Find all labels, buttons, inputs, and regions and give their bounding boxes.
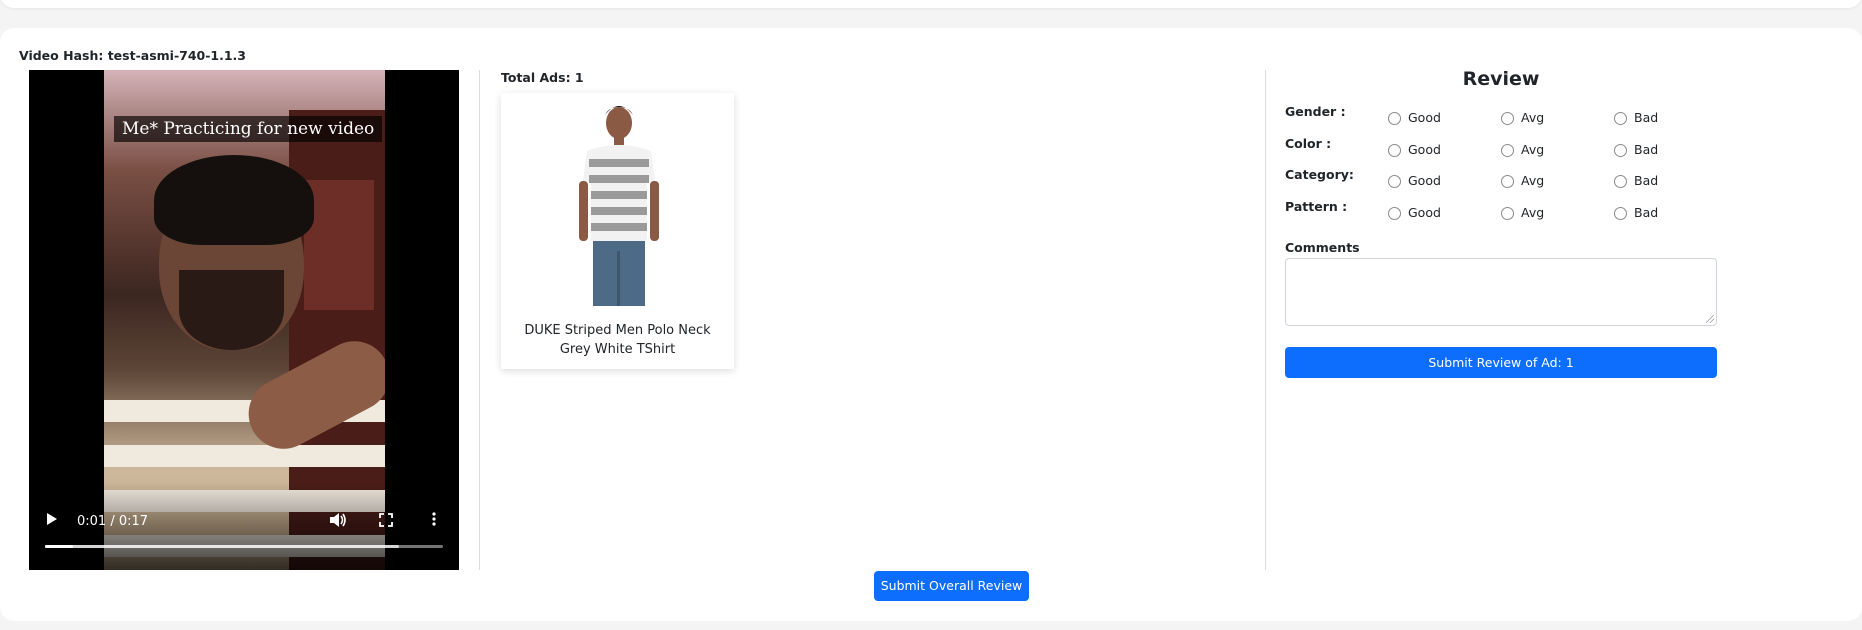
rating-option-label: Avg	[1521, 173, 1545, 188]
video-progress-bar[interactable]	[45, 545, 443, 548]
rating-option-label: Good	[1408, 205, 1441, 220]
video-progress-fill	[45, 545, 73, 548]
rating-radio-avg[interactable]	[1501, 144, 1514, 157]
review-title: Review	[1462, 68, 1540, 90]
column-divider	[479, 70, 480, 570]
review-row-label: Pattern :	[1285, 199, 1348, 214]
rating-option-label: Good	[1408, 110, 1441, 125]
product-image	[579, 106, 659, 306]
video-scene-person-beard	[179, 270, 284, 350]
submit-ad-review-button[interactable]: Submit Review of Ad: 1	[1285, 347, 1717, 378]
total-ads-count: Total Ads: 1	[501, 70, 584, 85]
rating-option-label: Avg	[1521, 142, 1545, 157]
rating-radio-bad[interactable]	[1614, 175, 1627, 188]
rating-option-label: Bad	[1634, 173, 1659, 188]
rating-option-label: Good	[1408, 173, 1441, 188]
video-overlay-caption: Me* Practicing for new video	[114, 116, 383, 142]
video-hash: Video Hash: test-asmi-740-1.1.3	[19, 48, 246, 63]
volume-icon[interactable]	[329, 512, 347, 532]
rating-radio-avg[interactable]	[1501, 112, 1514, 125]
submit-overall-review-button[interactable]: Submit Overall Review	[874, 571, 1029, 601]
rating-option-label: Avg	[1521, 205, 1545, 220]
top-card	[0, 0, 1862, 8]
video-buffer-bar	[45, 545, 399, 548]
column-divider	[1265, 70, 1266, 570]
video-scene-door-panel	[304, 180, 374, 310]
video-hash-value: test-asmi-740-1.1.3	[107, 48, 247, 63]
more-options-icon[interactable]	[432, 512, 436, 530]
review-row-label: Gender :	[1285, 104, 1346, 119]
rating-radio-avg[interactable]	[1501, 175, 1514, 188]
fullscreen-icon[interactable]	[379, 513, 393, 531]
rating-radio-bad[interactable]	[1614, 207, 1627, 220]
rating-radio-avg[interactable]	[1501, 207, 1514, 220]
video-controls: 0:01 / 0:17	[29, 482, 459, 570]
rating-radio-good[interactable]	[1388, 175, 1401, 188]
rating-option-label: Bad	[1634, 142, 1659, 157]
video-scene-stripe	[104, 445, 385, 467]
rating-option-label: Good	[1408, 142, 1441, 157]
ad-card[interactable]: DUKE Striped Men Polo Neck Grey White TS…	[501, 93, 734, 369]
review-row-label: Category:	[1285, 167, 1354, 182]
rating-option-label: Bad	[1634, 205, 1659, 220]
rating-option-label: Bad	[1634, 110, 1659, 125]
video-player[interactable]: Me* Practicing for new video 0:01 / 0:17	[29, 70, 459, 570]
ad-title: DUKE Striped Men Polo Neck Grey White TS…	[524, 323, 711, 357]
comments-textarea[interactable]	[1285, 258, 1717, 326]
play-icon[interactable]	[46, 512, 58, 530]
comments-label: Comments	[1285, 240, 1360, 255]
resize-handle-icon[interactable]	[1706, 315, 1714, 323]
rating-radio-good[interactable]	[1388, 144, 1401, 157]
review-row-label: Color :	[1285, 136, 1332, 151]
rating-radio-bad[interactable]	[1614, 112, 1627, 125]
video-hash-label: Video Hash:	[19, 48, 104, 63]
rating-radio-good[interactable]	[1388, 207, 1401, 220]
rating-radio-bad[interactable]	[1614, 144, 1627, 157]
video-time-display: 0:01 / 0:17	[77, 514, 149, 529]
video-scene-person-hair	[154, 155, 314, 245]
rating-radio-good[interactable]	[1388, 112, 1401, 125]
rating-option-label: Avg	[1521, 110, 1545, 125]
